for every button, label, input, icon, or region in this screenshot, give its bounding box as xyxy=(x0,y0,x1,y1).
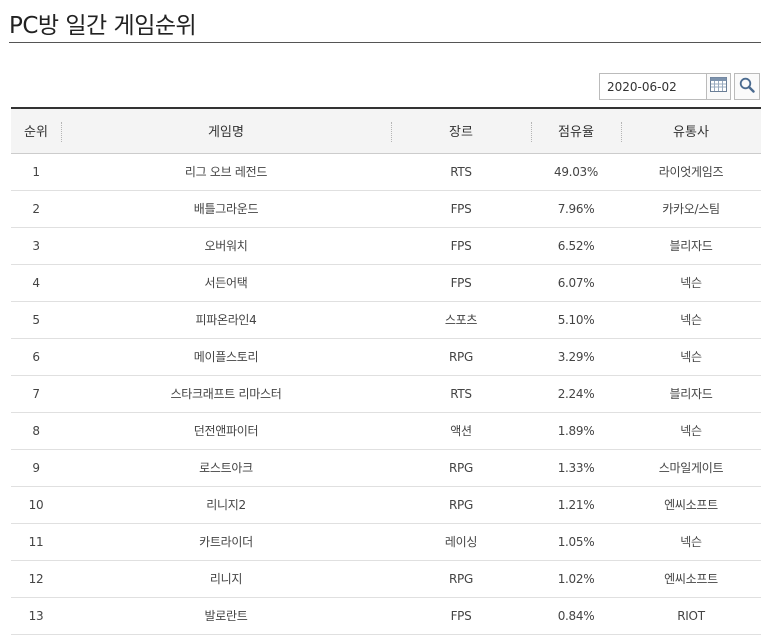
page-title: PC방 일간 게임순위 xyxy=(9,13,197,39)
rank-cell: 8 xyxy=(11,412,61,450)
column-header-genre: 장르 xyxy=(391,108,531,154)
game-ranking-table: 순위 게임명 장르 점유율 유통사 1 리그 오브 레전드 RTS 49.03% 라이엇… xyxy=(11,107,761,635)
search-icon xyxy=(739,77,755,97)
game-name-cell: 던전앤파이터 xyxy=(61,412,391,450)
publisher-cell: 넥슨 xyxy=(621,412,761,450)
publisher-cell: 카카오/스팀 xyxy=(621,190,761,228)
game-name-cell: 리니지2 xyxy=(61,486,391,524)
share-cell: 1.05% xyxy=(531,523,621,561)
publisher-cell: 엔씨소프트 xyxy=(621,560,761,598)
table-header-row: 순위 게임명 장르 점유율 유통사 xyxy=(11,108,761,154)
column-header-share: 점유율 xyxy=(531,108,621,154)
game-name-cell: 카트라이더 xyxy=(61,523,391,561)
share-cell: 6.07% xyxy=(531,264,621,302)
rank-cell: 6 xyxy=(11,338,61,376)
publisher-cell: 스마일게이트 xyxy=(621,449,761,487)
table-row: 2 배틀그라운드 FPS 7.96% 카카오/스팀 xyxy=(11,190,761,228)
table-row: 11 카트라이더 레이싱 1.05% 넥슨 xyxy=(11,523,761,561)
game-name-cell: 발로란트 xyxy=(61,597,391,635)
game-name-cell: 리니지 xyxy=(61,560,391,598)
column-header-game: 게임명 xyxy=(61,108,391,154)
game-name-cell: 리그 오브 레전드 xyxy=(61,153,391,191)
table-row: 10 리니지2 RPG 1.21% 엔씨소프트 xyxy=(11,486,761,524)
table-row: 4 서든어택 FPS 6.07% 넥슨 xyxy=(11,264,761,302)
share-cell: 6.52% xyxy=(531,227,621,265)
table-row: 5 피파온라인4 스포츠 5.10% 넥슨 xyxy=(11,301,761,339)
game-name-cell: 메이플스토리 xyxy=(61,338,391,376)
rank-cell: 9 xyxy=(11,449,61,487)
table-row: 8 던전앤파이터 액션 1.89% 넥슨 xyxy=(11,412,761,450)
genre-cell: RPG xyxy=(391,338,531,376)
genre-cell: RPG xyxy=(391,560,531,598)
share-cell: 2.24% xyxy=(531,375,621,413)
table-row: 12 리니지 RPG 1.02% 엔씨소프트 xyxy=(11,560,761,598)
table-row: 13 발로란트 FPS 0.84% RIOT xyxy=(11,597,761,635)
share-cell: 1.21% xyxy=(531,486,621,524)
rank-cell: 12 xyxy=(11,560,61,598)
game-name-cell: 로스트아크 xyxy=(61,449,391,487)
game-name-cell: 스타크래프트 리마스터 xyxy=(61,375,391,413)
rank-cell: 4 xyxy=(11,264,61,302)
game-name-cell: 피파온라인4 xyxy=(61,301,391,339)
calendar-button[interactable] xyxy=(706,73,731,100)
date-input[interactable] xyxy=(599,73,706,100)
genre-cell: 스포츠 xyxy=(391,301,531,339)
publisher-cell: 넥슨 xyxy=(621,338,761,376)
share-cell: 3.29% xyxy=(531,338,621,376)
share-cell: 5.10% xyxy=(531,301,621,339)
table-row: 7 스타크래프트 리마스터 RTS 2.24% 블리자드 xyxy=(11,375,761,413)
share-cell: 1.33% xyxy=(531,449,621,487)
genre-cell: FPS xyxy=(391,227,531,265)
rank-cell: 5 xyxy=(11,301,61,339)
publisher-cell: 넥슨 xyxy=(621,523,761,561)
column-header-publisher: 유통사 xyxy=(621,108,761,154)
calendar-icon xyxy=(710,77,727,96)
publisher-cell: 블리자드 xyxy=(621,227,761,265)
publisher-cell: 라이엇게임즈 xyxy=(621,153,761,191)
rank-cell: 3 xyxy=(11,227,61,265)
rank-cell: 13 xyxy=(11,597,61,635)
game-name-cell: 오버워치 xyxy=(61,227,391,265)
genre-cell: 레이싱 xyxy=(391,523,531,561)
column-header-rank: 순위 xyxy=(11,108,61,154)
table-row: 9 로스트아크 RPG 1.33% 스마일게이트 xyxy=(11,449,761,487)
share-cell: 7.96% xyxy=(531,190,621,228)
table-row: 6 메이플스토리 RPG 3.29% 넥슨 xyxy=(11,338,761,376)
genre-cell: 액션 xyxy=(391,412,531,450)
genre-cell: RPG xyxy=(391,486,531,524)
publisher-cell: 블리자드 xyxy=(621,375,761,413)
table-row: 1 리그 오브 레전드 RTS 49.03% 라이엇게임즈 xyxy=(11,153,761,191)
rank-cell: 1 xyxy=(11,153,61,191)
share-cell: 49.03% xyxy=(531,153,621,191)
share-cell: 1.02% xyxy=(531,560,621,598)
share-cell: 0.84% xyxy=(531,597,621,635)
table-row: 3 오버워치 FPS 6.52% 블리자드 xyxy=(11,227,761,265)
date-filter xyxy=(599,73,760,100)
genre-cell: RPG xyxy=(391,449,531,487)
genre-cell: RTS xyxy=(391,153,531,191)
title-divider xyxy=(9,42,761,43)
genre-cell: FPS xyxy=(391,264,531,302)
game-name-cell: 서든어택 xyxy=(61,264,391,302)
rank-cell: 2 xyxy=(11,190,61,228)
rank-cell: 7 xyxy=(11,375,61,413)
search-button[interactable] xyxy=(734,73,760,100)
publisher-cell: 엔씨소프트 xyxy=(621,486,761,524)
rank-cell: 11 xyxy=(11,523,61,561)
genre-cell: FPS xyxy=(391,190,531,228)
rank-cell: 10 xyxy=(11,486,61,524)
publisher-cell: RIOT xyxy=(621,597,761,635)
publisher-cell: 넥슨 xyxy=(621,301,761,339)
game-name-cell: 배틀그라운드 xyxy=(61,190,391,228)
genre-cell: RTS xyxy=(391,375,531,413)
publisher-cell: 넥슨 xyxy=(621,264,761,302)
genre-cell: FPS xyxy=(391,597,531,635)
share-cell: 1.89% xyxy=(531,412,621,450)
